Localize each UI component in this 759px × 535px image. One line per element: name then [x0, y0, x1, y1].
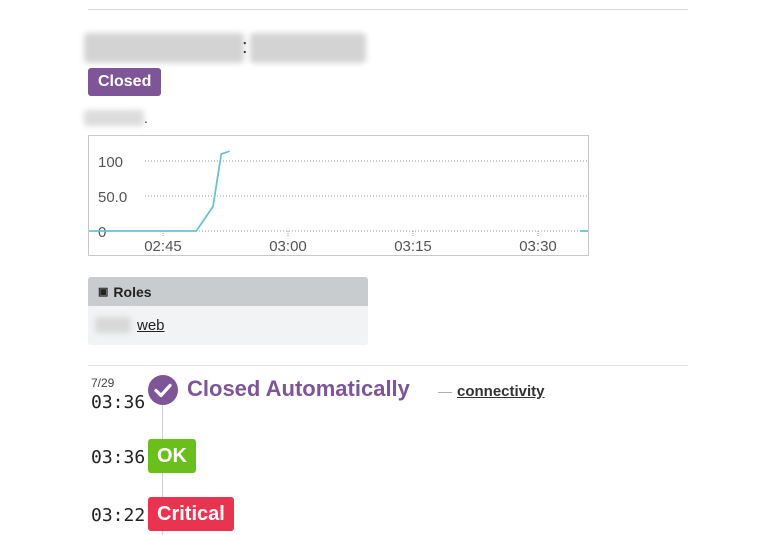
y-tick-label: 100 — [98, 154, 123, 171]
event-time: 03:22 — [91, 505, 146, 526]
metric-chart: 0 50.0 100 02:45 03:00 03:15 03:30 — [88, 135, 589, 256]
event-separator: — — [438, 383, 452, 399]
role-link-web[interactable]: web — [137, 317, 165, 334]
event-time: 03:36 — [91, 447, 146, 468]
timeline-divider — [88, 365, 688, 366]
x-tick-label: 03:30 — [519, 238, 557, 255]
ok-badge: OK — [148, 439, 196, 473]
y-tick-label: 50.0 — [98, 189, 127, 206]
chart-svg: 0 50.0 100 02:45 03:00 03:15 03:30 — [89, 150, 588, 255]
window-icon: ▣ — [98, 286, 109, 298]
event-time: 03:36 — [91, 392, 146, 413]
y-tick-label: 0 — [98, 224, 106, 241]
event-date: 7/29 — [91, 376, 115, 390]
roles-header: ▣ Roles — [88, 277, 368, 306]
x-tick-label: 03:00 — [269, 238, 307, 255]
title-separator: : — [242, 36, 248, 58]
status-badge: Closed — [88, 68, 162, 96]
roles-panel: ▣ Roles web — [88, 277, 368, 345]
x-tick-label: 03:15 — [394, 238, 432, 255]
redacted-host-name — [250, 33, 366, 63]
subtitle-period: . — [144, 110, 148, 126]
roles-body: web — [88, 306, 368, 345]
redacted-monitor-name — [84, 33, 244, 63]
monitor-link-connectivity[interactable]: connectivity — [457, 383, 545, 400]
roles-title: Roles — [113, 283, 152, 300]
critical-badge: Critical — [148, 497, 234, 531]
top-divider — [88, 9, 688, 10]
x-tick-label: 02:45 — [144, 238, 182, 255]
redacted-role-label — [95, 317, 131, 333]
redacted-subtitle — [84, 110, 144, 126]
check-circle-icon — [148, 375, 178, 405]
event-title: Closed Automatically — [187, 376, 410, 401]
